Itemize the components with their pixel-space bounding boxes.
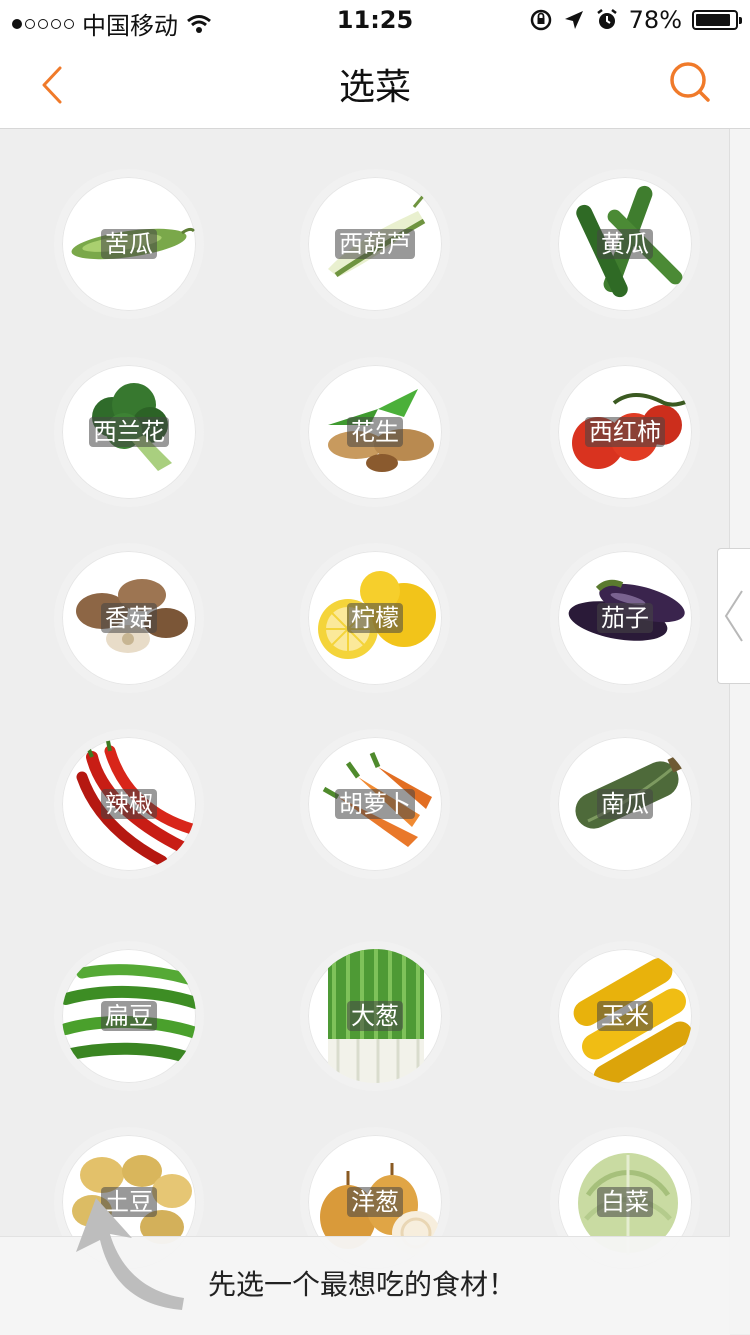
page-title: 选菜 <box>338 67 411 108</box>
ingredient-label: 玉米 <box>597 1001 653 1031</box>
ingredient-label: 茄子 <box>597 603 653 633</box>
chevron-left-icon <box>724 590 743 642</box>
ingredient-item-squash[interactable]: 南瓜 <box>550 729 700 879</box>
ingredient-label: 香菇 <box>101 603 157 633</box>
search-icon <box>670 62 710 102</box>
curved-arrow-icon <box>76 1198 184 1310</box>
ingredient-item-tomato[interactable]: 西红柿 <box>550 357 700 507</box>
ingredient-circle[interactable]: 西葫芦 <box>300 169 450 319</box>
ingredient-label: 南瓜 <box>597 789 653 819</box>
ingredient-circle[interactable]: 南瓜 <box>550 729 700 879</box>
ingredient-circle[interactable]: 黄瓜 <box>550 169 700 319</box>
ingredient-label: 西红柿 <box>585 417 665 447</box>
ingredient-item-cucumber[interactable]: 黄瓜 <box>550 169 700 319</box>
ingredient-circle[interactable]: 扁豆 <box>54 941 204 1091</box>
battery-percent: 78% <box>628 6 682 34</box>
ingredient-label: 洋葱 <box>347 1187 403 1217</box>
battery-icon <box>692 10 742 30</box>
ingredient-circle[interactable]: 柠檬 <box>300 543 450 693</box>
ingredient-circle[interactable]: 大葱 <box>300 941 450 1091</box>
ingredient-label: 胡萝卜 <box>335 789 415 819</box>
ingredient-label: 大葱 <box>347 1001 403 1031</box>
ingredient-item-green-bean[interactable]: 扁豆 <box>54 941 204 1091</box>
search-button[interactable] <box>664 56 720 112</box>
ingredient-item-mushroom[interactable]: 香菇 <box>54 543 204 693</box>
ingredient-label: 辣椒 <box>101 789 157 819</box>
ingredient-grid: 苦瓜 西葫芦 黄瓜 西兰花 花生 西红柿 香菇 柠檬 茄子 辣椒 胡萝卜 南瓜 扁豆 大葱 玉米 土豆 洋葱 白菜 <box>0 129 730 1334</box>
ingredient-item-lemon[interactable]: 柠檬 <box>300 543 450 693</box>
tip-text: 先选一个最想吃的食材！ <box>208 1268 517 1301</box>
ingredient-circle[interactable]: 西兰花 <box>54 357 204 507</box>
location-arrow-icon <box>564 11 583 29</box>
rotation-lock-icon <box>530 9 551 31</box>
ingredient-circle[interactable]: 西红柿 <box>550 357 700 507</box>
ingredient-item-chili[interactable]: 辣椒 <box>54 729 204 879</box>
ingredient-item-peanut[interactable]: 花生 <box>300 357 450 507</box>
ingredient-circle[interactable]: 辣椒 <box>54 729 204 879</box>
ingredient-circle[interactable]: 花生 <box>300 357 450 507</box>
alarm-icon <box>596 9 617 29</box>
ingredient-item-scallion[interactable]: 大葱 <box>300 941 450 1091</box>
ingredient-item-corn[interactable]: 玉米 <box>550 941 700 1091</box>
ingredient-label: 西兰花 <box>89 417 169 447</box>
ingredient-circle[interactable]: 苦瓜 <box>54 169 204 319</box>
navigation-bar: 选菜 <box>0 40 750 129</box>
ingredient-item-carrot[interactable]: 胡萝卜 <box>300 729 450 879</box>
status-right: 78% <box>529 6 742 34</box>
ingredient-item-zucchini[interactable]: 西葫芦 <box>300 169 450 319</box>
status-bar: 中国移动 11:25 78% <box>0 0 750 40</box>
scrollbar-track[interactable] <box>729 129 750 1334</box>
ingredient-circle[interactable]: 茄子 <box>550 543 700 693</box>
ingredient-circle[interactable]: 香菇 <box>54 543 204 693</box>
ingredient-label: 柠檬 <box>347 603 403 633</box>
ingredient-item-eggplant[interactable]: 茄子 <box>550 543 700 693</box>
side-drawer-handle[interactable] <box>717 548 750 684</box>
ingredient-item-bitter-melon[interactable]: 苦瓜 <box>54 169 204 319</box>
ingredient-label: 花生 <box>347 417 403 447</box>
ingredient-label: 白菜 <box>597 1187 653 1217</box>
ingredient-label: 黄瓜 <box>597 229 653 259</box>
ingredient-circle[interactable]: 胡萝卜 <box>300 729 450 879</box>
ingredient-label: 西葫芦 <box>335 229 415 259</box>
ingredient-item-broccoli[interactable]: 西兰花 <box>54 357 204 507</box>
ingredient-label: 扁豆 <box>101 1001 157 1031</box>
ingredient-circle[interactable]: 玉米 <box>550 941 700 1091</box>
ingredient-label: 苦瓜 <box>101 229 157 259</box>
